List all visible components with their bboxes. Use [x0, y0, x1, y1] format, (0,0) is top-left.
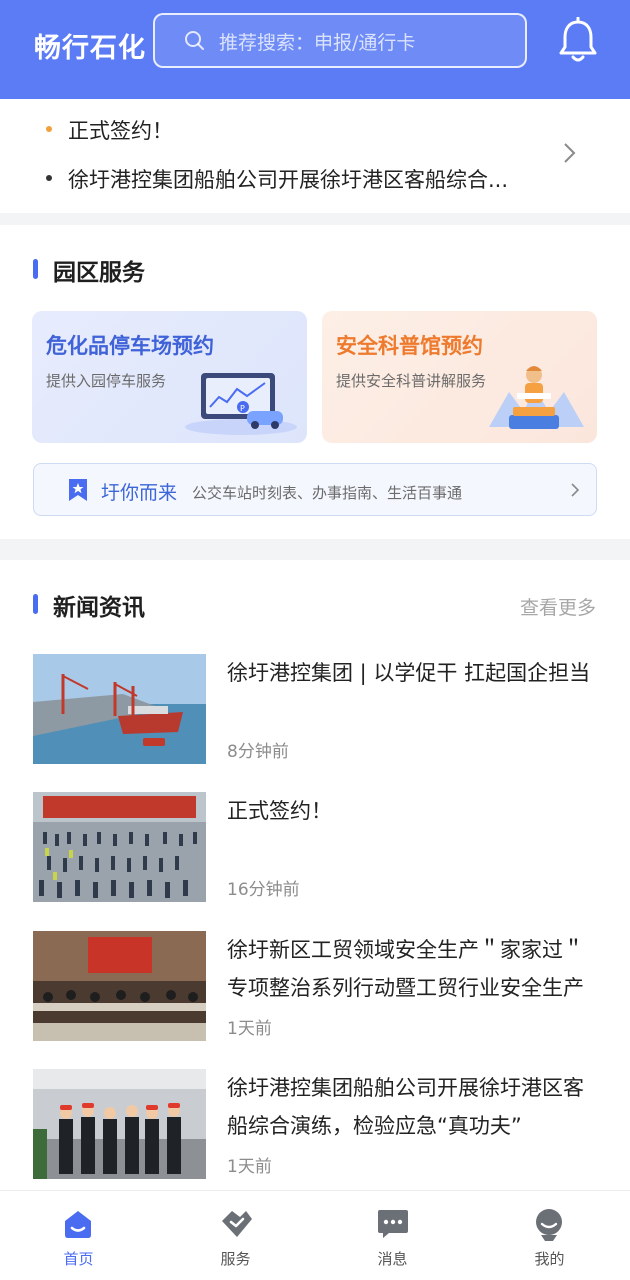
section-accent-bar	[33, 259, 38, 279]
card-subtitle: 提供入园停车服务	[46, 372, 167, 390]
safety-museum-reservation-card[interactable]: 安全科普馆预约 提供安全科普讲解服务	[322, 311, 597, 443]
ticker-dot	[46, 175, 52, 181]
news-title: 正式签约！	[227, 799, 332, 823]
service-handshake-icon	[222, 1211, 252, 1237]
banner-title: 圩你而来	[101, 482, 178, 504]
news-title: 徐圩港控集团船舶公司开展徐圩港区客船综合演练，检验应急“真功夫”	[227, 1076, 584, 1138]
tab-profile[interactable]: 我的	[471, 1191, 628, 1280]
xuwei-info-banner[interactable]: 圩你而来 公交车站时刻表、办事指南、生活百事通	[33, 463, 597, 516]
tab-label: 首页	[63, 1250, 94, 1268]
ticker-item[interactable]: 徐圩港控集团船舶公司开展徐圩港区客船综合...	[46, 164, 508, 194]
banner-description: 公交车站时刻表、办事指南、生活百事通	[192, 484, 463, 502]
search-icon	[185, 31, 204, 50]
message-icon	[378, 1210, 408, 1238]
news-section: 新闻资讯 查看更多 徐圩港控集团 | 以学促干 扛起国企担当 8分钟前 正式签约…	[0, 560, 630, 1190]
app-title: 畅行石化	[34, 33, 146, 64]
reading-person-illustration	[489, 366, 584, 429]
port-ship-photo	[33, 654, 206, 764]
chevron-right-icon	[571, 483, 580, 497]
news-item[interactable]: 徐圩港控集团船舶公司开展徐圩港区客船综合演练，检验应急“真功夫” 1天前	[33, 1069, 597, 1181]
group-hardhat-photo	[33, 1069, 206, 1179]
bell-icon[interactable]	[556, 17, 600, 65]
tab-label: 服务	[220, 1250, 251, 1268]
news-item[interactable]: 正式签约！ 16分钟前	[33, 792, 597, 904]
news-item[interactable]: 徐圩港控集团 | 以学促干 扛起国企担当 8分钟前	[33, 654, 597, 766]
tab-messages[interactable]: 消息	[314, 1191, 471, 1280]
card-subtitle: 提供安全科普讲解服务	[336, 372, 487, 390]
profile-icon	[536, 1209, 562, 1241]
card-title: 安全科普馆预约	[336, 334, 483, 358]
bookmark-star-icon	[69, 479, 87, 501]
view-more-link[interactable]: 查看更多	[520, 593, 596, 620]
news-time: 16分钟前	[227, 880, 300, 900]
news-time: 1天前	[227, 1019, 272, 1039]
home-icon	[65, 1211, 91, 1238]
search-placeholder: 推荐搜索：申报/通行卡	[219, 32, 416, 54]
section-title: 新闻资讯	[53, 595, 145, 621]
park-services-section: 园区服务 危化品停车场预约 提供入园停车服务 P 安全科普馆预约 提供安全科普讲…	[0, 225, 630, 539]
section-accent-bar	[33, 594, 38, 614]
search-input[interactable]: 推荐搜索：申报/通行卡	[153, 13, 527, 68]
ticker-dot	[46, 126, 52, 132]
parking-reservation-card[interactable]: 危化品停车场预约 提供入园停车服务 P	[32, 311, 307, 443]
chevron-right-icon[interactable]	[562, 141, 578, 165]
section-title: 园区服务	[53, 260, 145, 286]
news-time: 1天前	[227, 1157, 272, 1177]
tab-home[interactable]: 首页	[0, 1191, 157, 1280]
news-title: 徐圩新区工贸领域安全生产＂家家过＂专项整治系列行动暨工贸行业安全生产	[227, 938, 584, 1000]
svg-text:P: P	[240, 404, 245, 413]
ticker-item[interactable]: 正式签约！	[46, 115, 173, 145]
bottom-tab-bar: 首页 服务 消息 我的	[0, 1190, 630, 1280]
news-title: 徐圩港控集团 | 以学促干 扛起国企担当	[227, 661, 591, 685]
app-header: 畅行石化 推荐搜索：申报/通行卡	[0, 0, 630, 99]
signing-ceremony-crowd-photo	[33, 792, 206, 902]
meeting-room-photo	[33, 931, 206, 1041]
news-ticker[interactable]: 正式签约！ 徐圩港控集团船舶公司开展徐圩港区客船综合...	[0, 99, 630, 213]
news-time: 8分钟前	[227, 742, 289, 762]
parking-dashboard-illustration: P	[185, 373, 297, 435]
card-title: 危化品停车场预约	[46, 334, 214, 358]
news-item[interactable]: 徐圩新区工贸领域安全生产＂家家过＂专项整治系列行动暨工贸行业安全生产 1天前	[33, 931, 597, 1043]
tab-label: 消息	[377, 1250, 408, 1268]
tab-services[interactable]: 服务	[157, 1191, 314, 1280]
tab-label: 我的	[534, 1250, 565, 1268]
